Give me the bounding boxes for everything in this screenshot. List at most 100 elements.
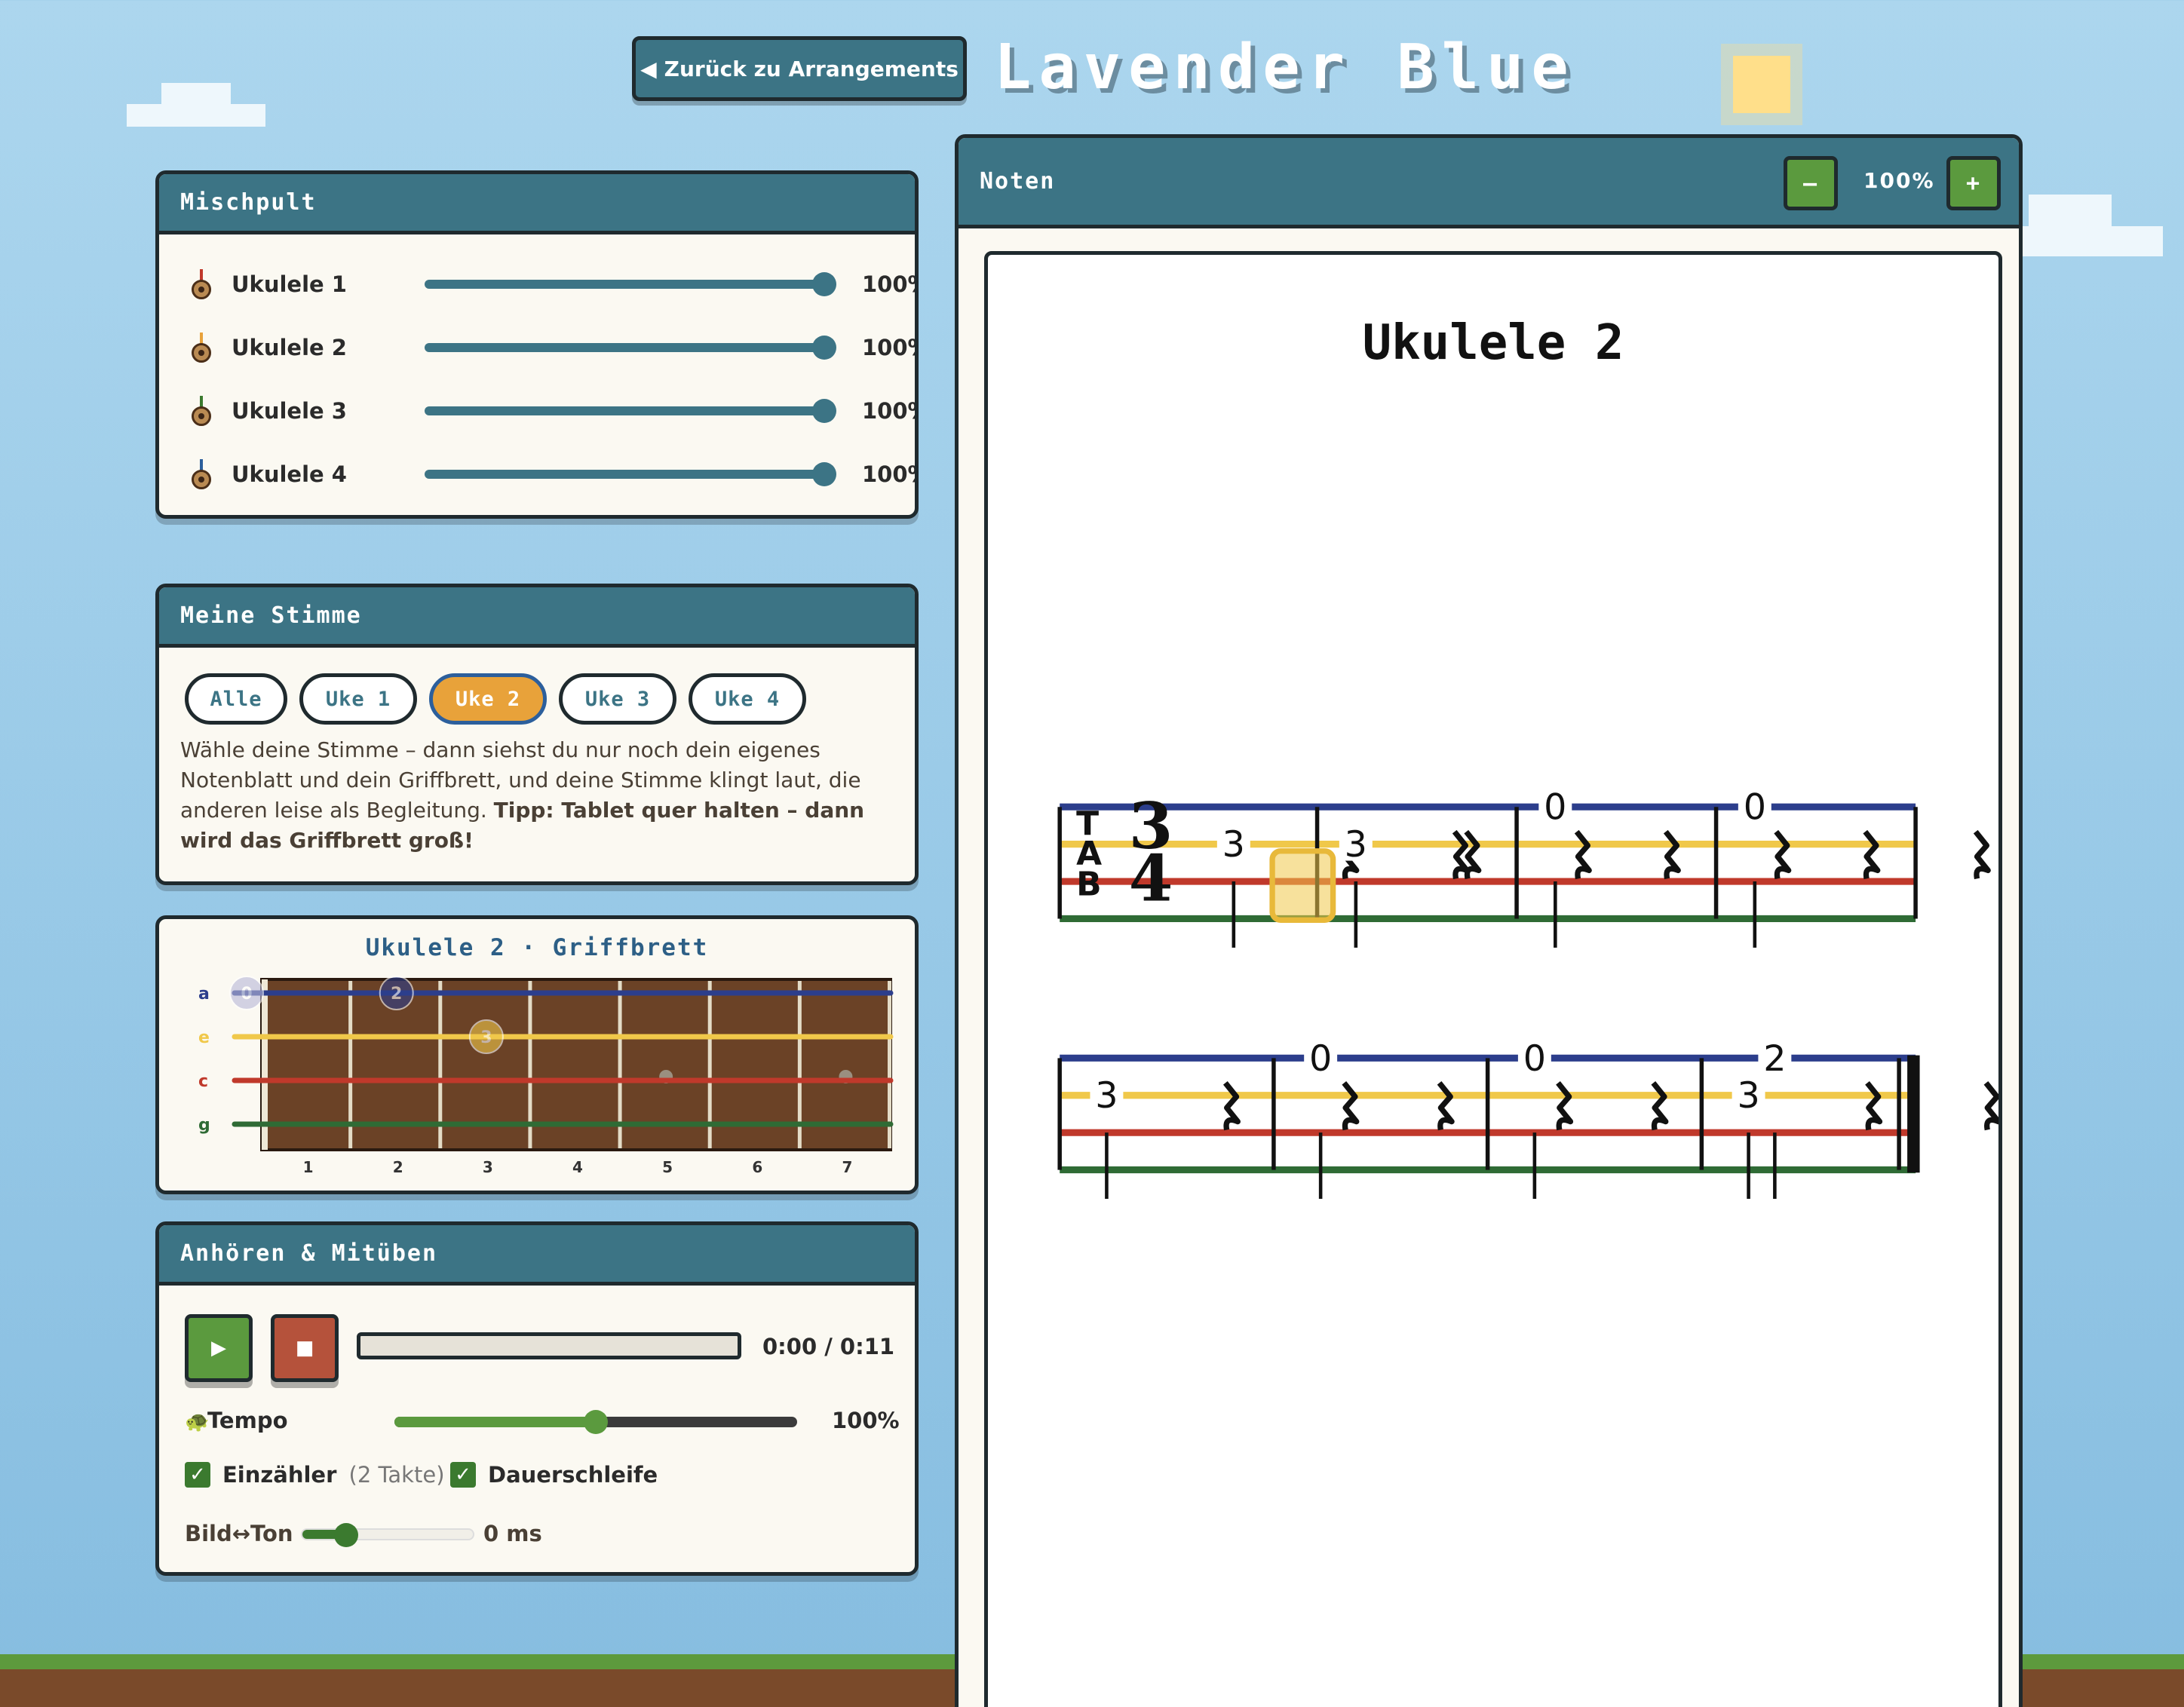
- tab-note: 3: [1737, 1075, 1759, 1117]
- voice-chip-alle[interactable]: Alle: [185, 673, 287, 725]
- mixer-row: Ukulele 3 100%: [189, 396, 915, 426]
- volume-value: 100%: [862, 271, 915, 297]
- playhead-highlight: [1269, 848, 1336, 923]
- tempo-value: 100%: [832, 1408, 900, 1433]
- quarter-rest: [1342, 1080, 1360, 1131]
- back-button-label: Zurück zu Arrangements: [664, 56, 959, 81]
- string-label: c: [198, 1072, 208, 1091]
- volume-value: 100%: [862, 461, 915, 487]
- zoom-level: 100%: [1863, 168, 1935, 193]
- fret-number: 2: [393, 1158, 403, 1176]
- fret-number: 6: [752, 1158, 762, 1176]
- sync-value: 0 ms: [483, 1521, 542, 1546]
- volume-slider[interactable]: [425, 280, 827, 289]
- volume-slider-knob[interactable]: [812, 336, 836, 360]
- tab-note: 3: [1095, 1075, 1118, 1117]
- voice-chip-uke-3[interactable]: Uke 3: [559, 673, 676, 725]
- cloud: [2023, 226, 2163, 256]
- ukulele-icon: [189, 269, 215, 299]
- mixer-track-label: Ukulele 4: [232, 461, 347, 487]
- fretboard: 1 2 3 4 5 6 7 a e c g 0 2 3: [198, 976, 894, 1176]
- progress-bar[interactable]: [357, 1332, 741, 1359]
- string-label: e: [198, 1028, 210, 1047]
- stop-button[interactable]: ■: [271, 1314, 339, 1382]
- sheet-music: Ukulele 2 TAB34330030023: [984, 251, 2002, 1707]
- play-button[interactable]: ▶: [185, 1314, 253, 1382]
- mixer-title: Mischpult: [159, 174, 915, 234]
- tempo-slider-fill: [394, 1417, 596, 1427]
- mixer-track-label: Ukulele 2: [232, 335, 347, 360]
- sun: [1733, 56, 1790, 113]
- fret-marker-label: 3: [480, 1028, 492, 1047]
- back-arrow-icon: ◀: [640, 56, 657, 81]
- quarter-rest: [1983, 1080, 1998, 1131]
- player-panel: Anhören & Mitüben ▶ ■ 0:00 / 0:11 🐢 Temp…: [155, 1221, 919, 1576]
- volume-slider[interactable]: [425, 470, 827, 479]
- zoom-in-button[interactable]: +: [1946, 156, 2001, 210]
- volume-slider[interactable]: [425, 406, 827, 415]
- quarter-rest: [1464, 829, 1482, 880]
- volume-slider-knob[interactable]: [812, 272, 836, 296]
- voice-selector: Alle Uke 1 Uke 2 Uke 3 Uke 4: [185, 673, 863, 726]
- quarter-rest: [1863, 829, 1881, 880]
- ukulele-icon: [189, 396, 215, 426]
- back-to-arrangements-button[interactable]: ◀ Zurück zu Arrangements: [632, 36, 967, 101]
- fret-marker-label: 0: [241, 985, 252, 1004]
- volume-slider[interactable]: [425, 343, 827, 352]
- notes-title-text: Noten: [980, 168, 1056, 195]
- time-signature: 4: [1129, 841, 1173, 916]
- fret-marker-label: 2: [391, 985, 402, 1004]
- volume-slider-knob[interactable]: [812, 399, 836, 423]
- cloud: [161, 83, 231, 106]
- stop-icon: ■: [295, 1337, 314, 1359]
- volume-slider-knob[interactable]: [812, 462, 836, 486]
- string-label: g: [198, 1116, 210, 1135]
- time-display: 0:00 / 0:11: [762, 1334, 895, 1359]
- countin-checkbox[interactable]: ✓: [185, 1462, 210, 1488]
- play-icon: ▶: [211, 1337, 226, 1359]
- tab-note: 3: [1345, 824, 1367, 866]
- fretboard-panel: Ukulele 2 · Griffbrett 1234567aecg023: [155, 915, 919, 1194]
- fret-number: 5: [662, 1158, 673, 1176]
- tab-note: 2: [1763, 1038, 1786, 1080]
- voice-chip-uke-4[interactable]: Uke 4: [689, 673, 806, 725]
- mixer-track-label: Ukulele 1: [232, 271, 347, 297]
- fret-number: 3: [483, 1158, 493, 1176]
- voice-chip-uke-2[interactable]: Uke 2: [429, 673, 547, 725]
- volume-value: 100%: [862, 398, 915, 424]
- tab-clef-letter: B: [1076, 865, 1101, 903]
- countin-label-text: Einzähler: [222, 1462, 337, 1488]
- cloud: [127, 104, 265, 127]
- mixer-track-label: Ukulele 3: [232, 398, 347, 424]
- page-title: Lavender Blue: [994, 32, 1576, 103]
- voice-panel: Meine Stimme Alle Uke 1 Uke 2 Uke 3 Uke 4 Wä…: [155, 584, 919, 885]
- volume-value: 100%: [862, 335, 915, 360]
- tempo-label: Tempo: [207, 1408, 288, 1433]
- loop-checkbox[interactable]: ✓: [450, 1462, 476, 1488]
- sync-slider-knob[interactable]: [333, 1523, 358, 1547]
- tempo-slider-knob[interactable]: [584, 1410, 608, 1434]
- sync-label: Bild↔Ton: [185, 1521, 293, 1546]
- voice-description: Wähle deine Stimme – dann siehst du nur …: [180, 735, 889, 856]
- voice-chip-uke-1[interactable]: Uke 1: [299, 673, 417, 725]
- mixer-row: Ukulele 1 100%: [189, 269, 915, 299]
- quarter-rest: [1574, 829, 1592, 880]
- quarter-rest: [1774, 829, 1792, 880]
- player-title: Anhören & Mitüben: [159, 1225, 915, 1286]
- ukulele-icon: [189, 333, 215, 363]
- final-bar-line: [1907, 1055, 1920, 1173]
- zoom-out-button[interactable]: –: [1784, 156, 1838, 210]
- sync-slider[interactable]: [301, 1523, 474, 1547]
- mixer-row: Ukulele 2 100%: [189, 333, 915, 363]
- quarter-rest: [1437, 1080, 1455, 1131]
- tab-note: 0: [1544, 787, 1566, 829]
- tempo-slider[interactable]: [394, 1410, 797, 1434]
- string-label: a: [198, 985, 210, 1004]
- tab-note: 0: [1309, 1038, 1332, 1080]
- plus-icon: +: [1965, 170, 1982, 197]
- countin-hint: (2 Takte): [348, 1462, 445, 1488]
- mixer-row: Ukulele 4 100%: [189, 459, 915, 489]
- ukulele-icon: [189, 459, 215, 489]
- loop-label: Dauerschleife: [488, 1462, 658, 1488]
- fret-marker: 0: [229, 976, 264, 1010]
